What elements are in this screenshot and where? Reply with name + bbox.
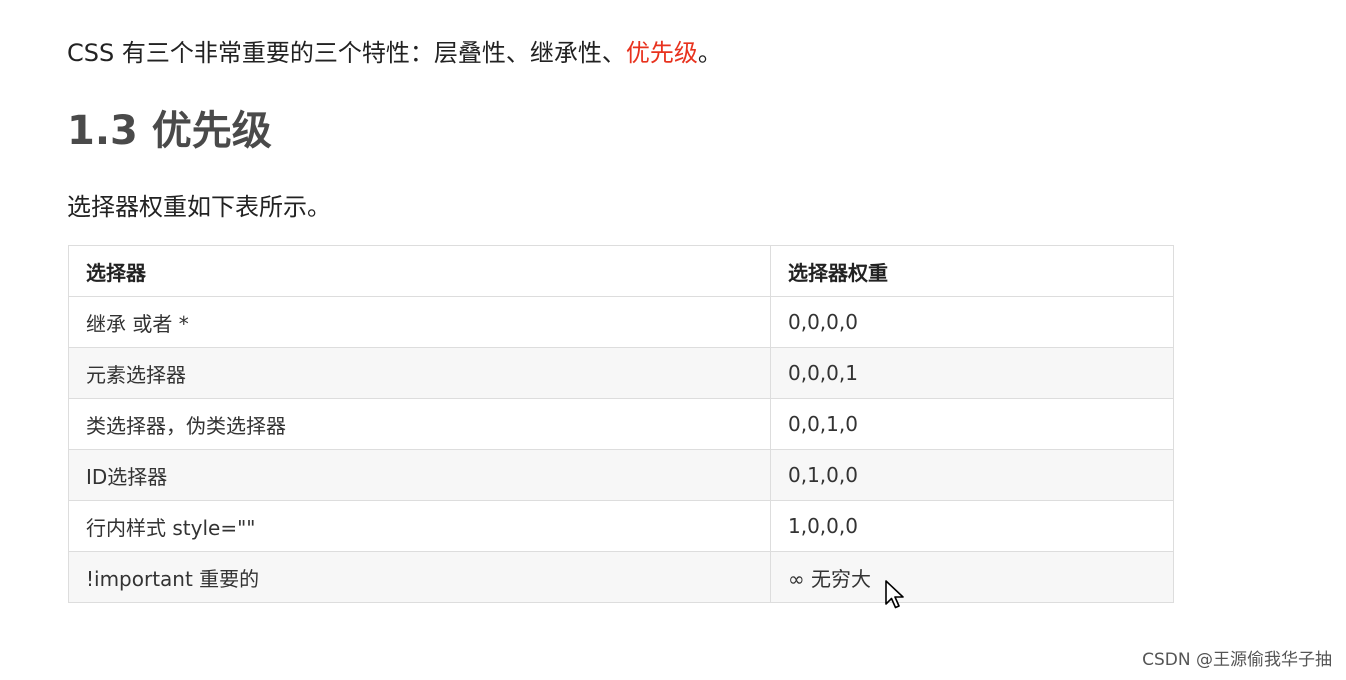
cell-selector: 元素选择器 (68, 347, 771, 399)
cell-selector: 类选择器，伪类选择器 (68, 398, 771, 450)
cell-weight: ∞ 无穷大 (770, 551, 1174, 603)
table-row: ID选择器 0,1,0,0 (68, 449, 1174, 501)
table-header-row: 选择器 选择器权重 (68, 245, 1174, 297)
cell-weight: 0,0,0,0 (770, 296, 1174, 348)
table-row: 元素选择器 0,0,0,1 (68, 347, 1174, 399)
cell-selector: 行内样式 style="" (68, 500, 771, 552)
table-row: !important 重要的 ∞ 无穷大 (68, 551, 1174, 603)
table-row: 行内样式 style="" 1,0,0,0 (68, 500, 1174, 552)
section-heading: 1.3 优先级 (67, 108, 272, 154)
cell-selector: ID选择器 (68, 449, 771, 501)
table-description: 选择器权重如下表所示。 (67, 193, 331, 221)
mouse-pointer-icon (885, 580, 904, 609)
cell-weight: 0,0,1,0 (770, 398, 1174, 450)
selector-weight-table: 选择器 选择器权重 继承 或者 * 0,0,0,0 元素选择器 0,0,0,1 … (68, 245, 1174, 603)
intro-text: CSS 有三个非常重要的三个特性：层叠性、继承性、 (67, 39, 626, 67)
intro-suffix: 。 (697, 39, 722, 67)
cell-weight: 0,1,0,0 (770, 449, 1174, 501)
intro-paragraph: CSS 有三个非常重要的三个特性：层叠性、继承性、优先级。 (67, 36, 722, 70)
cell-weight: 1,0,0,0 (770, 500, 1174, 552)
cell-selector: 继承 或者 * (68, 296, 771, 348)
intro-highlight: 优先级 (625, 39, 698, 67)
table-row: 类选择器，伪类选择器 0,0,1,0 (68, 398, 1174, 450)
cell-selector: !important 重要的 (68, 551, 771, 603)
header-weight: 选择器权重 (770, 245, 1174, 297)
header-selector: 选择器 (68, 245, 771, 297)
cell-weight: 0,0,0,1 (770, 347, 1174, 399)
table-row: 继承 或者 * 0,0,0,0 (68, 296, 1174, 348)
watermark: CSDN @王源偷我华子抽 (1142, 650, 1332, 670)
